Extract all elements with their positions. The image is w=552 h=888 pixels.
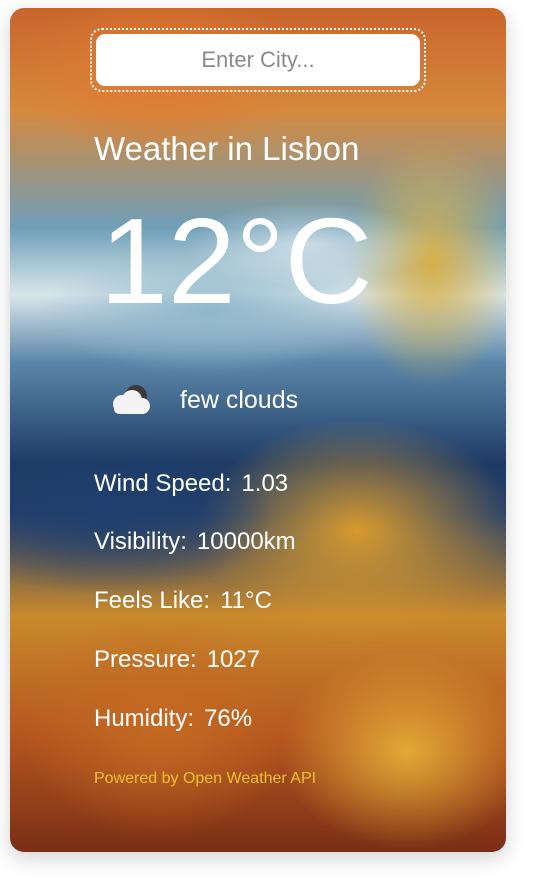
feels-like-label: Feels Like: — [94, 587, 211, 614]
feels-like-value: 11°C — [220, 587, 272, 614]
condition-text: few clouds — [180, 385, 299, 414]
weather-title: Weather in Lisbon — [94, 130, 360, 167]
humidity-stat: Humidity: 76% — [94, 705, 252, 733]
weather-card: Weather in Lisbon 12°C few clouds Wind S… — [10, 8, 506, 852]
api-credit: Powered by Open Weather API — [94, 770, 317, 787]
weather-condition: few clouds — [106, 378, 298, 422]
wind-speed-value: 1.03 — [241, 470, 289, 497]
search-box — [90, 28, 426, 92]
humidity-value: 76% — [204, 705, 253, 732]
pressure-label: Pressure: — [94, 646, 197, 673]
cloud-icon — [106, 380, 156, 420]
city-search-input[interactable] — [96, 34, 420, 86]
temperature: 12°C — [100, 193, 373, 329]
humidity-label: Humidity: — [94, 705, 195, 732]
wind-speed-label: Wind Speed: — [94, 470, 232, 497]
visibility-stat: Visibility: 10000km — [94, 528, 296, 556]
visibility-label: Visibility: — [94, 528, 187, 555]
wind-speed-stat: Wind Speed: 1.03 — [94, 470, 288, 498]
pressure-stat: Pressure: 1027 — [94, 646, 260, 674]
visibility-value: 10000km — [196, 528, 296, 555]
pressure-value: 1027 — [206, 646, 261, 673]
feels-like-stat: Feels Like: 11°C — [94, 587, 272, 615]
